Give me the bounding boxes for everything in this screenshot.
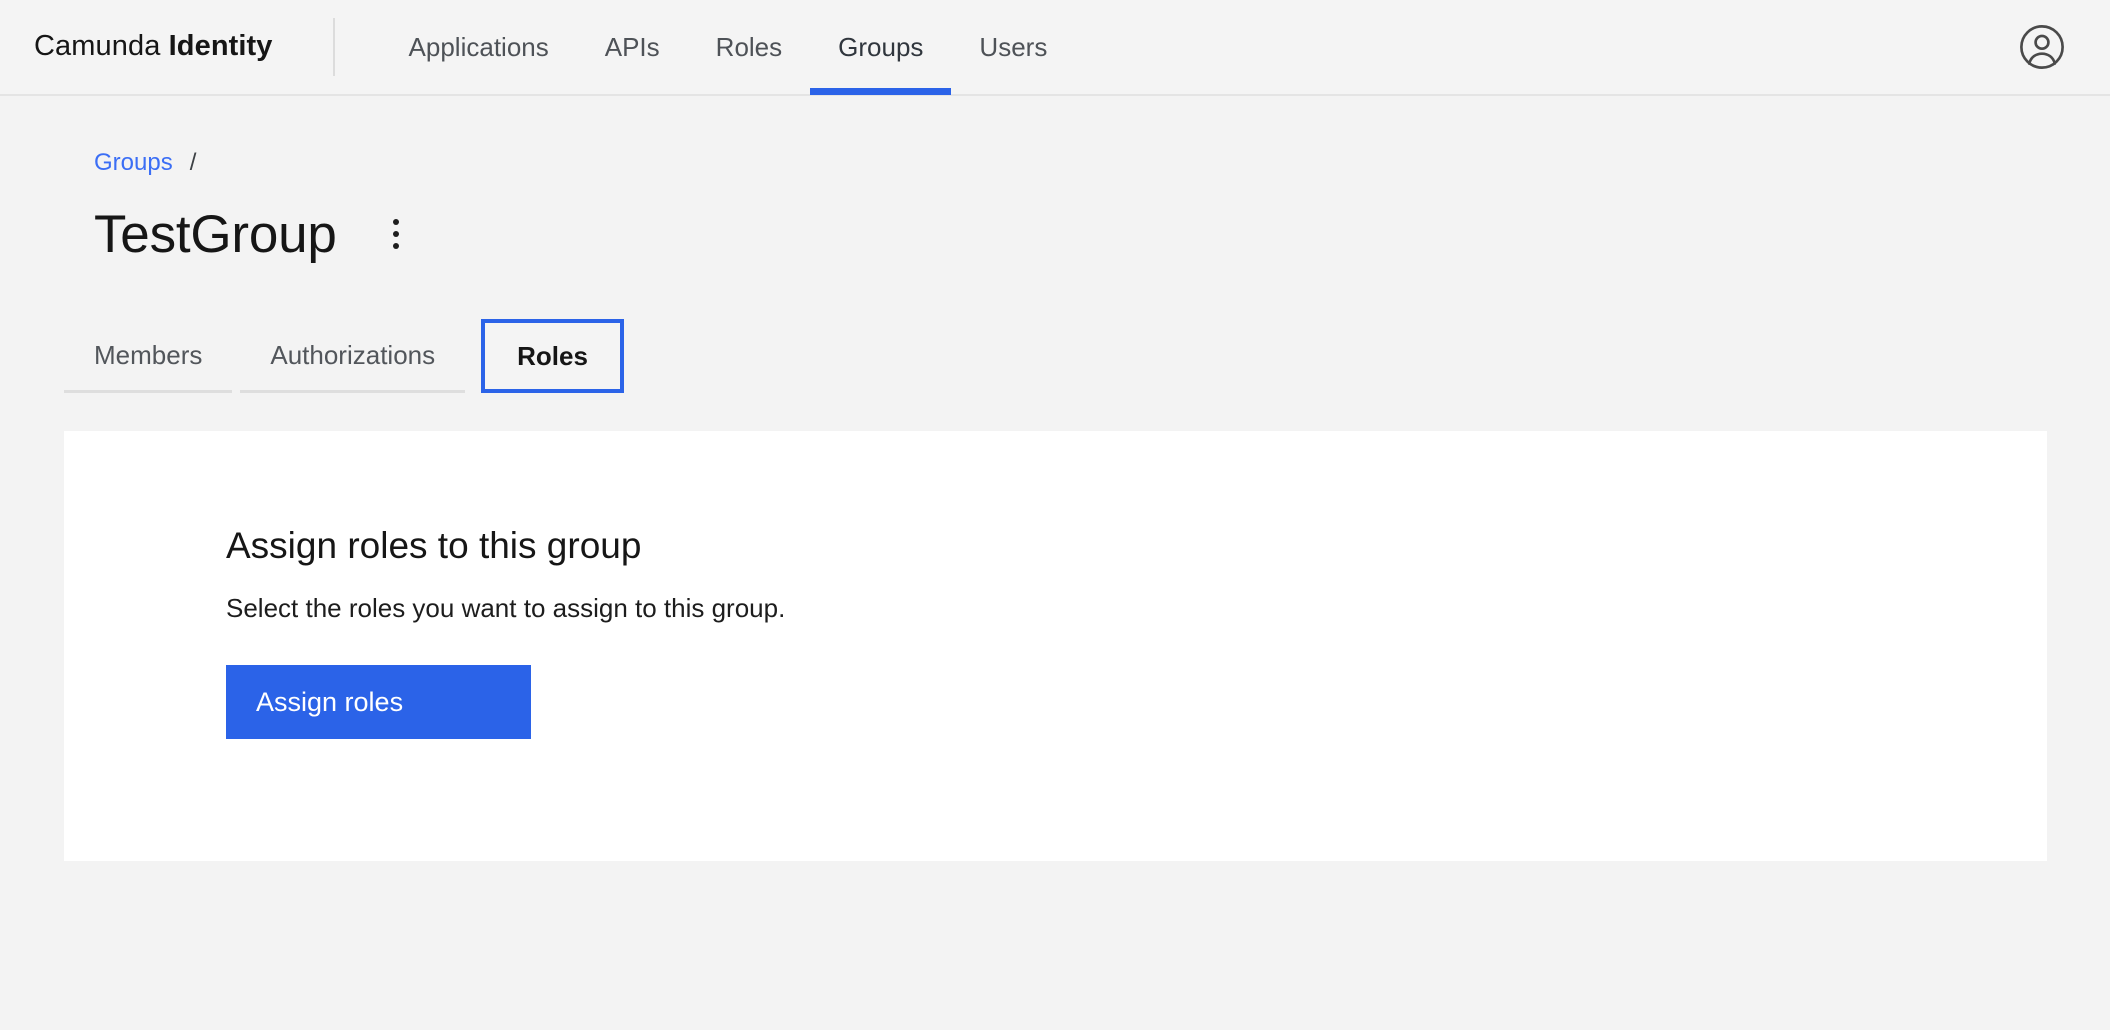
kebab-dot — [393, 231, 399, 237]
tab-label: Authorizations — [270, 342, 435, 368]
nav-item-applications[interactable]: Applications — [381, 0, 577, 95]
nav-item-label: APIs — [605, 34, 660, 60]
user-circle-icon[interactable] — [2010, 15, 2074, 79]
assign-roles-button[interactable]: Assign roles — [226, 665, 531, 739]
breadcrumb: Groups / — [94, 148, 2110, 178]
nav-item-groups[interactable]: Groups — [810, 0, 951, 95]
primary-nav: Applications APIs Roles Groups Users — [381, 0, 1076, 95]
card-title: Assign roles to this group — [226, 527, 2047, 564]
kebab-dot — [393, 243, 399, 249]
brand-name-camunda: Camunda — [34, 30, 160, 62]
nav-item-label: Users — [979, 34, 1047, 60]
kebab-dot — [393, 219, 399, 225]
identity-app-window: Camunda Identity Applications APIs Roles… — [0, 0, 2110, 1030]
nav-item-label: Applications — [409, 34, 549, 60]
page-content: Groups / TestGroup Members Authorization… — [0, 96, 2110, 861]
page-title: TestGroup — [94, 208, 337, 261]
breadcrumb-separator: / — [190, 151, 197, 175]
card-subtitle: Select the roles you want to assign to t… — [226, 595, 2047, 621]
assign-roles-card: Assign roles to this group Select the ro… — [64, 431, 2047, 861]
tab-members[interactable]: Members — [64, 319, 232, 393]
nav-item-apis[interactable]: APIs — [577, 0, 688, 95]
page-title-row: TestGroup — [94, 203, 2110, 265]
tab-bar: Members Authorizations Roles — [64, 317, 2110, 393]
tab-roles[interactable]: Roles — [481, 319, 624, 393]
app-brand[interactable]: Camunda Identity — [34, 32, 273, 63]
nav-item-label: Roles — [716, 34, 782, 60]
brand-nav-divider — [333, 18, 335, 76]
kebab-menu-icon[interactable] — [373, 209, 419, 259]
tab-label: Members — [94, 342, 202, 368]
tab-label: Roles — [517, 343, 588, 369]
top-navigation-bar: Camunda Identity Applications APIs Roles… — [0, 0, 2110, 96]
nav-item-label: Groups — [838, 34, 923, 60]
breadcrumb-link-groups[interactable]: Groups — [94, 151, 173, 175]
nav-item-users[interactable]: Users — [951, 0, 1075, 95]
brand-name-identity: Identity — [169, 30, 273, 62]
nav-item-roles[interactable]: Roles — [688, 0, 810, 95]
tab-authorizations[interactable]: Authorizations — [240, 319, 465, 393]
